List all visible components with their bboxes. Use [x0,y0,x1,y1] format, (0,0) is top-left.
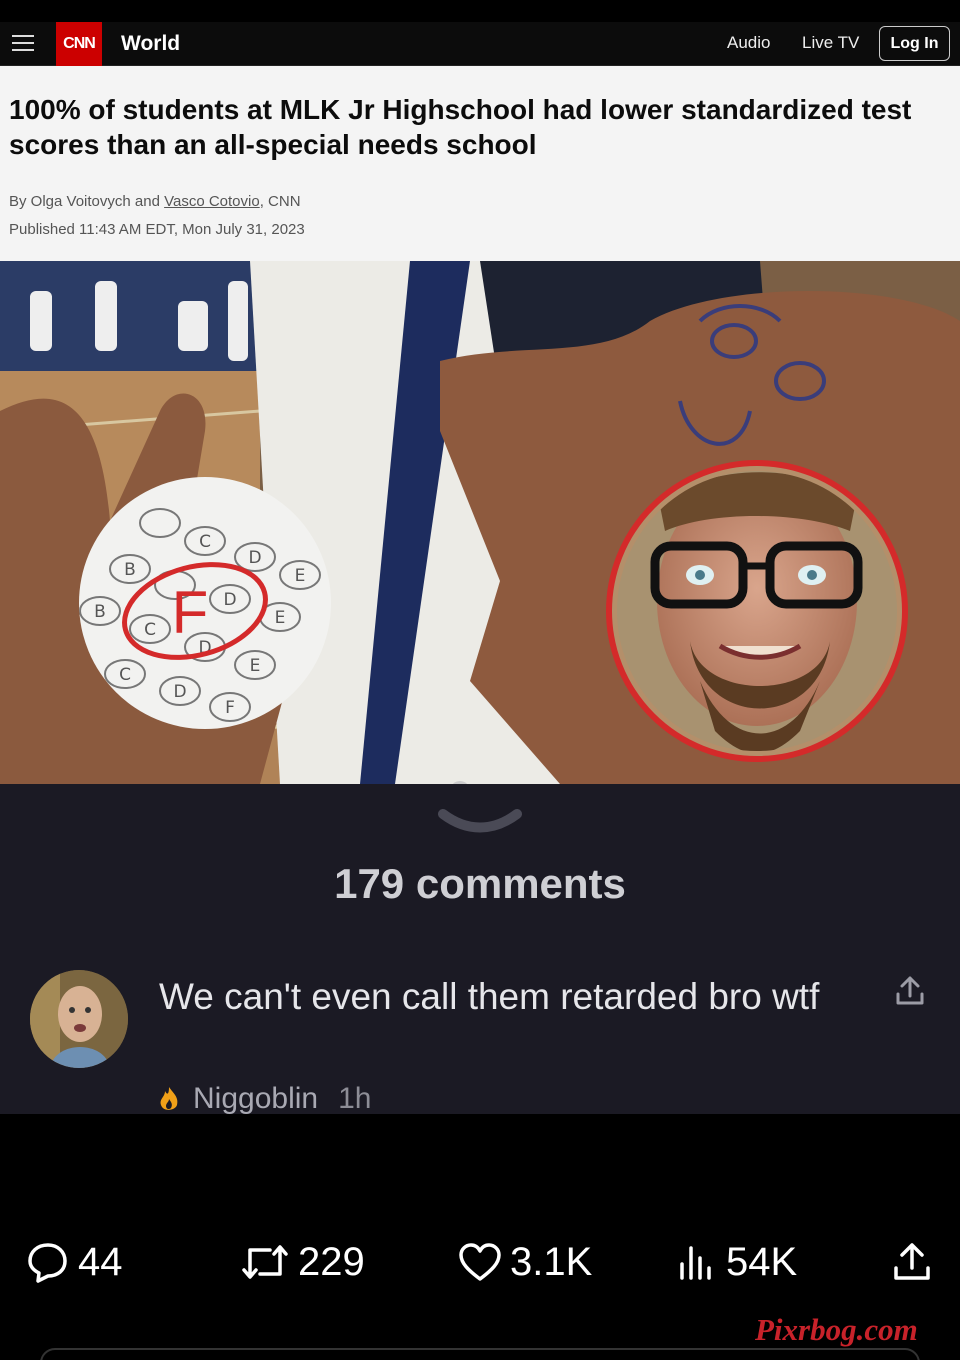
article-header: 100% of students at MLK Jr Highschool ha… [0,66,960,261]
bubble-label: C [144,620,156,640]
bubble-label: D [248,548,261,568]
reply-icon [28,1243,67,1283]
bubble-label: E [295,566,306,586]
comment-author[interactable]: Niggoblin [193,1084,318,1114]
cnn-navbar: CNN World Audio Live TV Log In [0,22,960,66]
views-button[interactable]: 54K [676,1238,797,1286]
share-icon[interactable] [893,974,927,1008]
bubble-label: C [199,532,211,552]
chevron-down-icon[interactable] [437,806,523,836]
article-byline: By Olga Voitovych and Vasco Cotovio, CNN [9,193,301,210]
avatar[interactable] [30,970,128,1068]
tweet-actions: 44 229 3.1K 54K Pixrbog.com [0,1114,960,1360]
bubble-label: E [275,608,286,628]
bubble-label: D [173,682,186,702]
bubble-label: D [223,590,236,610]
comment-meta: Niggoblin 1h [157,1084,371,1114]
byline-prefix: By Olga Voitovych and [9,193,165,210]
upload-button[interactable] [890,1238,934,1286]
retweet-icon [242,1245,288,1279]
views-icon [680,1246,711,1280]
article-headline: 100% of students at MLK Jr Highschool ha… [9,94,912,160]
bubble-label: B [94,602,106,622]
section-title[interactable]: World [121,32,180,56]
comment-time: 1h [338,1084,372,1114]
article-photo: C D E D B E B C D E C D F F [0,261,960,784]
nav-livetv-link[interactable]: Live TV [802,33,859,53]
bubble-label: F [225,698,235,718]
views-count: 54K [726,1239,798,1284]
nav-audio-link[interactable]: Audio [727,33,770,53]
reply-count: 44 [78,1239,123,1284]
cnn-logo[interactable]: CNN [56,22,102,66]
upload-icon [894,1243,930,1280]
comments-count: 179 comments [334,860,626,907]
reply-button[interactable]: 44 [26,1238,123,1286]
status-strip [0,0,960,22]
byline-author-link[interactable]: Vasco Cotovio [164,193,260,210]
bubble-label: E [250,656,261,676]
published-timestamp: Published 11:43 AM EDT, Mon July 31, 202… [9,221,305,238]
flame-icon [160,1087,178,1110]
comment-text: We can't even call them retarded bro wtf [159,976,820,1017]
comments-panel: 179 comments We can't even call them ret… [0,784,960,1114]
reply-input-pill[interactable] [40,1348,920,1360]
byline-suffix: , CNN [259,193,301,210]
watermark: Pixrbog.com [755,1312,918,1347]
retweet-button[interactable]: 229 [240,1238,365,1286]
like-count: 3.1K [510,1239,593,1284]
bubble-label: B [124,560,136,580]
like-button[interactable]: 3.1K [458,1238,592,1286]
grade-mark: F [172,579,209,646]
hamburger-icon[interactable] [12,32,34,54]
heart-icon [459,1243,501,1281]
retweet-count: 229 [298,1239,365,1284]
bubble-label: C [119,665,131,685]
login-button[interactable]: Log In [879,26,950,61]
